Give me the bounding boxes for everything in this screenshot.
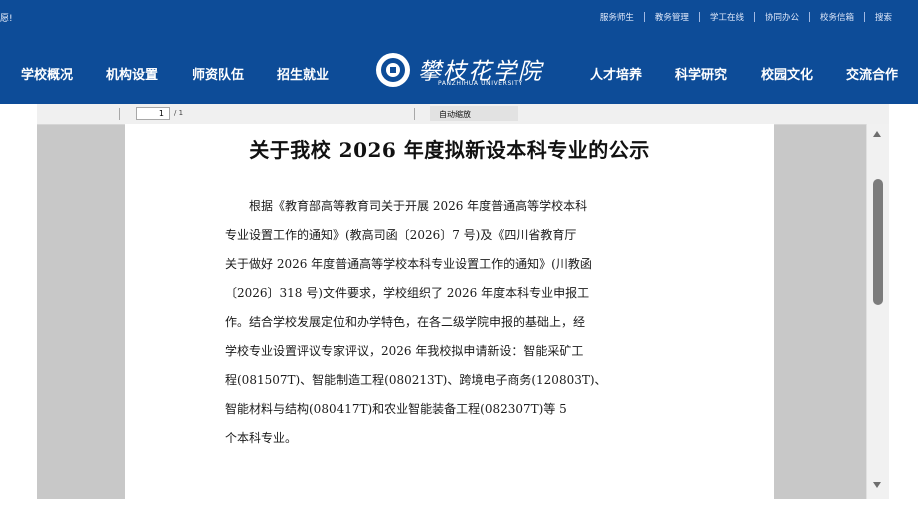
nav-item-departments[interactable]: 机构设置 <box>106 64 158 83</box>
top-links: 服务师生 教务管理 学工在线 协同办公 校务信箱 搜索 <box>590 11 902 23</box>
site-header: 愿! 服务师生 教务管理 学工在线 协同办公 校务信箱 搜索 学校概况 机构设置… <box>0 0 918 104</box>
vertical-scrollbar[interactable] <box>866 124 889 499</box>
body-line: 〔2026〕318 号)文件要求，学校组织了 2026 年度本科专业申报工 <box>225 286 590 300</box>
body-line: 作。结合学校发展定位和办学特色，在各二级学院申报的基础上，经 <box>225 315 586 329</box>
page-count: / 1 <box>174 109 184 117</box>
document-body: 根据《教育部高等教育司关于开展 2026 年度普通高等学校本科 专业设置工作的通… <box>225 197 685 458</box>
logo-english-name: PANZHIHUA UNIVERSITY <box>438 80 523 87</box>
top-left-text: 愿! <box>0 14 13 24</box>
zoom-select[interactable]: 自动缩放 <box>430 106 518 121</box>
body-line: 专业设置工作的通知》(教高司函〔2026〕7 号)及《四川省教育厅 <box>225 228 577 242</box>
pdf-toolbar: 1 / 1 自动缩放 <box>37 104 889 125</box>
scroll-up-arrow-icon[interactable] <box>873 131 881 137</box>
body-line: 关于做好 2026 年度普通高等学校本科专业设置工作的通知》(川教函 <box>225 257 592 271</box>
top-utility-bar: 愿! 服务师生 教务管理 学工在线 协同办公 校务信箱 搜索 <box>0 0 918 36</box>
body-line: 根据《教育部高等教育司关于开展 2026 年度普通高等学校本科 <box>225 199 588 213</box>
top-link-search[interactable]: 搜索 <box>865 11 902 23</box>
body-line: 个本科专业。 <box>225 431 298 445</box>
pdf-page: 关于我校 2026 年度拟新设本科专业的公示 根据《教育部高等教育司关于开展 2… <box>125 124 774 499</box>
toolbar-divider <box>119 108 120 120</box>
body-line: 学校专业设置评议专家评议，2026 年我校拟申请新设：智能采矿工 <box>225 344 584 358</box>
university-seal-icon <box>378 55 408 85</box>
nav-item-exchange[interactable]: 交流合作 <box>846 64 898 83</box>
top-link-academic-affairs[interactable]: 教务管理 <box>645 11 699 23</box>
body-line: 智能材料与结构(080417T)和农业智能装备工程(082307T)等 5 <box>225 402 567 416</box>
top-link-service[interactable]: 服务师生 <box>590 11 644 23</box>
top-link-office[interactable]: 协同办公 <box>755 11 809 23</box>
page-number-input[interactable]: 1 <box>136 107 170 120</box>
scrollbar-thumb[interactable] <box>873 179 883 305</box>
document-title: 关于我校 2026 年度拟新设本科专业的公示 <box>249 138 650 162</box>
body-line: 程(081507T)、智能制造工程(080213T)、跨境电子商务(120803… <box>225 373 607 387</box>
top-link-student-online[interactable]: 学工在线 <box>700 11 754 23</box>
nav-item-about[interactable]: 学校概况 <box>21 64 73 83</box>
nav-item-culture[interactable]: 校园文化 <box>761 64 813 83</box>
pdf-viewer: 1 / 1 自动缩放 关于我校 2026 年度拟新设本科专业的公示 根据《教育部… <box>37 104 889 499</box>
top-link-mailbox[interactable]: 校务信箱 <box>810 11 864 23</box>
nav-item-faculty[interactable]: 师资队伍 <box>192 64 244 83</box>
toolbar-divider <box>414 108 415 120</box>
nav-item-admissions[interactable]: 招生就业 <box>277 64 329 83</box>
nav-item-talent[interactable]: 人才培养 <box>590 64 642 83</box>
nav-item-research[interactable]: 科学研究 <box>675 64 727 83</box>
scroll-down-arrow-icon[interactable] <box>873 482 881 488</box>
